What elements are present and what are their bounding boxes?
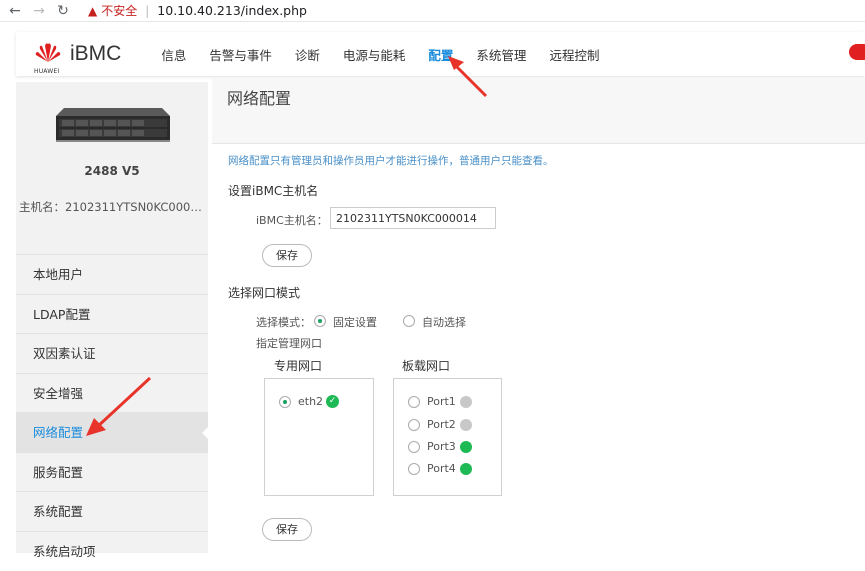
- port4-radio[interactable]: [408, 463, 420, 475]
- logo: HUAWEI iBMC: [34, 40, 122, 75]
- url-text[interactable]: 10.10.40.213/index.php: [157, 3, 307, 18]
- port3-label: Port3: [427, 440, 456, 453]
- menu-item-config[interactable]: 配置: [428, 45, 453, 64]
- sidebar-item-two-factor[interactable]: 双因素认证: [16, 333, 208, 373]
- port1-status-icon: [460, 396, 472, 408]
- sidebar-menu: 本地用户 LDAP配置 双因素认证 安全增强 网络配置 服务配置 系统配置 系统…: [16, 254, 209, 571]
- url-separator: |: [145, 3, 150, 18]
- hostname-save-button[interactable]: 保存: [262, 244, 312, 267]
- sidebar-item-boot[interactable]: 系统启动项: [16, 530, 208, 571]
- menu-item-power[interactable]: 电源与能耗: [343, 45, 406, 64]
- check-icon: ✓: [326, 395, 339, 408]
- main-menu: 信息 告警与事件 诊断 电源与能耗 配置 系统管理 远程控制: [161, 45, 622, 64]
- mode-label: 选择模式：: [256, 316, 311, 329]
- browser-address-bar: ← → ↻ ▲ 不安全 | 10.10.40.213/index.php: [0, 0, 865, 22]
- eth2-label: eth2: [298, 395, 324, 408]
- port-section-title: 选择网口模式: [228, 286, 301, 300]
- sidebar-item-security[interactable]: 安全增强: [16, 372, 208, 413]
- mode-fixed-radio[interactable]: [314, 315, 326, 327]
- menu-item-remote[interactable]: 远程控制: [549, 45, 599, 64]
- back-icon[interactable]: ←: [6, 2, 24, 20]
- menu-item-diagnosis[interactable]: 诊断: [295, 45, 320, 64]
- warning-icon: ▲: [88, 3, 98, 18]
- port3-status-icon: [460, 441, 472, 453]
- mode-fixed-label: 固定设置: [333, 316, 377, 329]
- port4-status-icon: [460, 463, 472, 475]
- hostname-label: iBMC主机名：: [256, 214, 328, 227]
- main-content: 网络配置 网络配置只有管理员和操作员用户才能进行操作，普通用户只能查看。 设置i…: [212, 78, 865, 553]
- menu-item-system[interactable]: 系统管理: [476, 45, 526, 64]
- eth2-radio[interactable]: [279, 396, 291, 408]
- port3-radio[interactable]: [408, 441, 420, 453]
- menu-item-alarms[interactable]: 告警与事件: [209, 45, 272, 64]
- dedicated-port-title: 专用网口: [274, 359, 323, 373]
- huawei-logo-icon: HUAWEI: [34, 40, 62, 75]
- onboard-port-title: 板载网口: [402, 359, 451, 373]
- mode-auto-radio[interactable]: [403, 315, 415, 327]
- menu-item-info[interactable]: 信息: [161, 45, 186, 64]
- server-image: [56, 108, 170, 142]
- sidebar-item-services[interactable]: 服务配置: [16, 451, 208, 492]
- port4-label: Port4: [427, 462, 456, 475]
- hostname-section-title: 设置iBMC主机名: [228, 184, 319, 198]
- top-navigation: HUAWEI iBMC 信息 告警与事件 诊断 电源与能耗 配置 系统管理 远程…: [16, 32, 865, 76]
- sidebar-item-network[interactable]: 网络配置: [16, 412, 209, 452]
- server-model: 2488 V5: [84, 164, 140, 178]
- forward-icon[interactable]: →: [30, 2, 48, 20]
- logout-toggle[interactable]: [849, 44, 865, 60]
- sidebar-item-system-config[interactable]: 系统配置: [16, 491, 208, 531]
- port2-status-icon: [460, 419, 472, 431]
- sidebar-hostname: 主机名：2102311YTSN0KC0000...: [19, 200, 207, 214]
- page-header: 网络配置: [212, 78, 865, 144]
- sidebar-item-local-users[interactable]: 本地用户: [16, 254, 208, 294]
- app-title: iBMC: [70, 42, 122, 65]
- dedicated-port-box: eth2 ✓: [264, 378, 374, 496]
- insecure-label[interactable]: 不安全: [101, 2, 137, 19]
- hostname-input[interactable]: [330, 207, 496, 229]
- port2-radio[interactable]: [408, 419, 420, 431]
- mode-auto-label: 自动选择: [422, 316, 466, 329]
- port2-label: Port2: [427, 418, 456, 431]
- port-save-button[interactable]: 保存: [262, 518, 312, 541]
- assign-port-label: 指定管理网口: [256, 337, 322, 350]
- page-title: 网络配置: [227, 89, 292, 108]
- sidebar-item-ldap[interactable]: LDAP配置: [16, 293, 208, 334]
- permission-notice: 网络配置只有管理员和操作员用户才能进行操作，普通用户只能查看。: [228, 155, 554, 167]
- port1-label: Port1: [427, 395, 456, 408]
- reload-icon[interactable]: ↻: [54, 2, 72, 20]
- onboard-port-box: Port1 Port2 Port3 Port4: [393, 378, 502, 496]
- sidebar: 2488 V5 主机名：2102311YTSN0KC0000... 本地用户 L…: [16, 82, 209, 559]
- brand-small-text: HUAWEI: [34, 68, 60, 75]
- port1-radio[interactable]: [408, 396, 420, 408]
